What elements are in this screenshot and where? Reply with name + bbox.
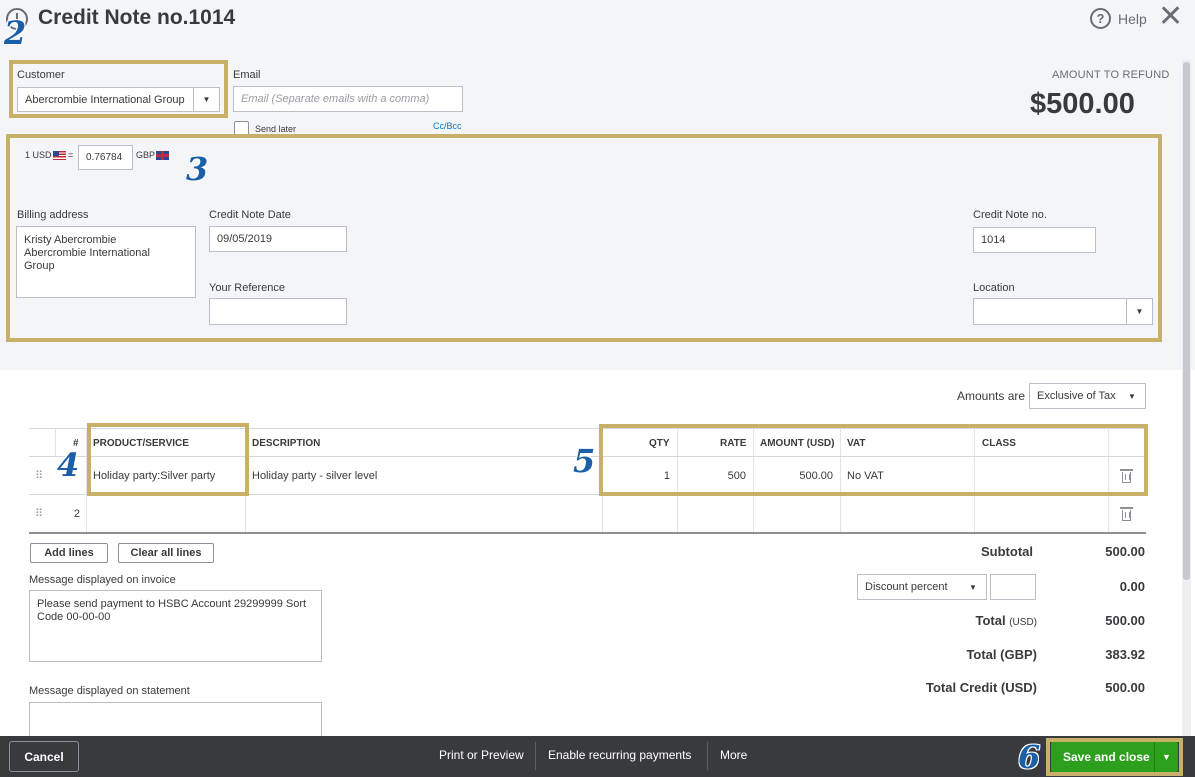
total-credit-value: 500.00 xyxy=(1105,680,1145,695)
amount-to-refund-value: $500.00 xyxy=(1030,88,1135,120)
discount-type-select[interactable]: Discount percent ▼ xyxy=(857,574,987,600)
step-number-5: 5 xyxy=(573,442,596,480)
close-icon[interactable]: ✕ xyxy=(1158,2,1183,32)
discount-input[interactable] xyxy=(990,574,1036,600)
print-preview-button[interactable]: Print or Preview xyxy=(439,748,524,762)
step-number-6: 6 xyxy=(1018,738,1041,776)
add-lines-button[interactable]: Add lines xyxy=(30,543,108,563)
send-later-label: Send later xyxy=(255,124,297,134)
drag-handle-icon[interactable]: ⠿ xyxy=(35,507,43,520)
row-num: 2 xyxy=(73,507,80,520)
callout-customer xyxy=(9,60,228,118)
amounts-are-select[interactable]: Exclusive of Tax ▼ xyxy=(1029,383,1146,409)
chevron-down-icon[interactable]: ▼ xyxy=(1119,384,1145,408)
page-title: Credit Note no.1014 xyxy=(38,6,236,29)
callout-amounts xyxy=(599,424,1148,496)
total-gbp-value: 383.92 xyxy=(1105,647,1145,662)
trash-icon[interactable] xyxy=(1120,507,1133,521)
statement-message-input[interactable] xyxy=(29,702,322,736)
enable-recurring-button[interactable]: Enable recurring payments xyxy=(548,748,691,762)
cc-bcc-link[interactable]: Cc/Bcc xyxy=(433,121,462,131)
help-link[interactable]: Help xyxy=(1118,11,1147,27)
scrollbar-thumb[interactable] xyxy=(1183,62,1190,580)
help-icon[interactable]: ? xyxy=(1090,8,1111,29)
row-description[interactable]: Holiday party - silver level xyxy=(252,457,597,494)
cancel-button[interactable]: Cancel xyxy=(9,741,79,772)
invoice-message-input[interactable]: Please send payment to HSBC Account 2929… xyxy=(29,590,322,662)
discount-value: 0.00 xyxy=(1119,579,1145,594)
step-number-2: 2 xyxy=(4,14,27,52)
total-usd-label: Total (USD) xyxy=(975,613,1038,628)
total-credit-label: Total Credit (USD) xyxy=(926,680,1037,695)
subtotal-label: Subtotal xyxy=(981,544,1033,559)
amounts-are-label: Amounts are xyxy=(957,389,1026,403)
more-button[interactable]: More xyxy=(720,748,747,762)
email-label: Email xyxy=(233,69,261,81)
email-input[interactable]: Email (Separate emails with a comma) xyxy=(233,86,463,112)
callout-details xyxy=(6,134,1162,342)
step-number-4: 4 xyxy=(57,446,80,484)
chevron-down-icon[interactable]: ▼ xyxy=(960,575,986,599)
table-row[interactable]: ⠿ 2 xyxy=(29,495,1146,534)
step-number-3: 3 xyxy=(186,150,209,188)
invoice-message-label: Message displayed on invoice xyxy=(29,574,176,586)
callout-save xyxy=(1046,738,1183,776)
footer-bar: Cancel Print or Preview Enable recurring… xyxy=(0,736,1195,777)
email-placeholder: Email (Separate emails with a comma) xyxy=(241,93,430,105)
total-gbp-label: Total (GBP) xyxy=(966,647,1037,662)
callout-product xyxy=(87,423,249,496)
subtotal-value: 500.00 xyxy=(1105,544,1145,559)
statement-message-label: Message displayed on statement xyxy=(29,685,190,697)
drag-handle-icon[interactable]: ⠿ xyxy=(35,469,43,482)
clear-all-lines-button[interactable]: Clear all lines xyxy=(118,543,214,563)
col-description: DESCRIPTION xyxy=(252,438,321,449)
amount-to-refund-label: AMOUNT TO REFUND xyxy=(1052,69,1170,81)
total-usd-value: 500.00 xyxy=(1105,613,1145,628)
